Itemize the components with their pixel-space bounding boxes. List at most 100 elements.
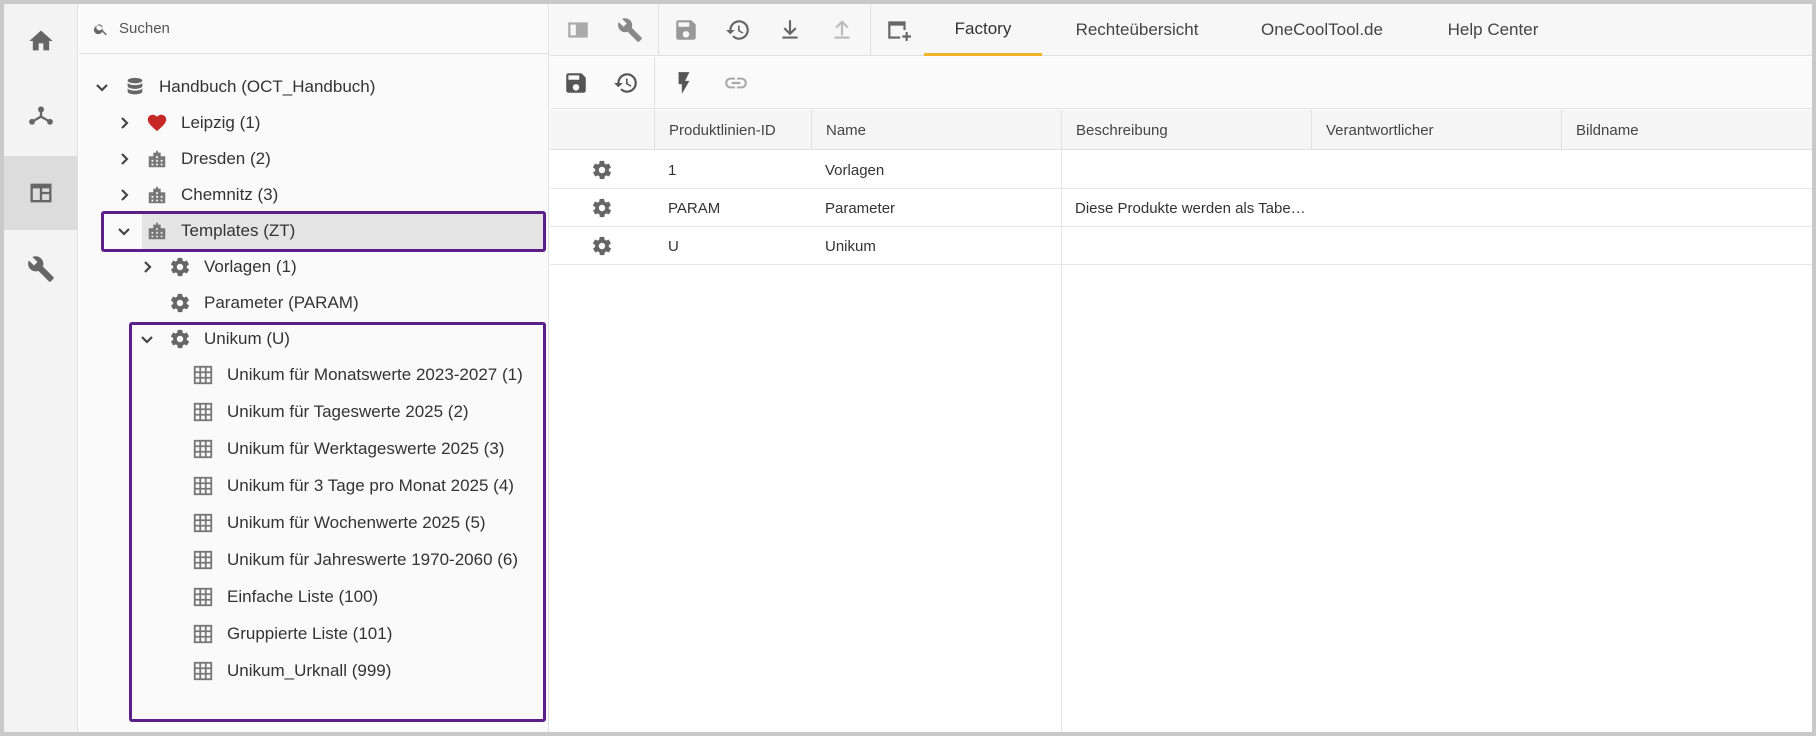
column-header[interactable]: Bildname <box>1561 110 1812 150</box>
tree-node-unikum-child[interactable]: Unikum für Tageswerte 2025 (2) <box>191 394 469 430</box>
table-icon <box>191 548 215 572</box>
chevron-down-icon[interactable] <box>136 328 158 350</box>
tree-node-label: Handbuch (OCT_Handbuch) <box>159 77 376 96</box>
factory-view-button[interactable] <box>4 156 78 230</box>
row-settings-button[interactable] <box>550 227 654 265</box>
toolbar-divider <box>654 57 655 109</box>
tree-node-label: Unikum für Tageswerte 2025 (2) <box>227 402 469 421</box>
tab-onecooltool[interactable]: OneCoolTool.de <box>1232 4 1412 56</box>
column-header-label: Name <box>826 121 867 139</box>
tree-node-label: Unikum für Jahreswerte 1970-2060 (6) <box>227 550 519 569</box>
column-header[interactable]: Verantwortlicher <box>1311 110 1561 150</box>
cell-beschreibung[interactable] <box>1061 227 1311 265</box>
link-button[interactable] <box>710 57 762 109</box>
tree-node-label: Unikum (U) <box>204 329 290 348</box>
restore-button[interactable] <box>600 57 652 109</box>
upload-button[interactable] <box>816 4 868 56</box>
save-button[interactable] <box>550 57 602 109</box>
chevron-right-icon[interactable] <box>113 148 135 170</box>
tree-node-root[interactable]: Handbuch (OCT_Handbuch) <box>91 69 375 105</box>
tree-node-unikum-child[interactable]: Gruppierte Liste (101) <box>191 616 392 652</box>
cell-name[interactable]: Unikum <box>811 227 1061 265</box>
building-icon <box>145 147 169 171</box>
tree-node-unikum-child[interactable]: Einfache Liste (100) <box>191 579 378 615</box>
tree-node-parameter[interactable]: Parameter (PARAM) <box>168 285 359 321</box>
tree-node-label: Gruppierte Liste (101) <box>227 624 393 643</box>
tab-factory[interactable]: Factory <box>924 4 1042 56</box>
tab-rechteuebersicht[interactable]: Rechteübersicht <box>1042 4 1232 56</box>
column-header[interactable]: Name <box>811 110 1061 150</box>
search-input[interactable] <box>119 20 499 37</box>
tree-node-label: Chemnitz (3) <box>181 185 279 204</box>
row-settings-button[interactable] <box>550 189 654 227</box>
column-header[interactable]: Produktlinien-ID <box>654 110 811 150</box>
tree-node-label: Unikum für 3 Tage pro Monat 2025 (4) <box>227 476 514 495</box>
add-window-button[interactable] <box>872 4 924 56</box>
toolbar-divider <box>870 4 871 56</box>
chevron-down-icon[interactable] <box>113 220 135 242</box>
table-icon <box>191 622 215 646</box>
cell-id[interactable]: 1 <box>654 151 811 189</box>
cell-id[interactable]: U <box>654 227 811 265</box>
tree-node-unikum-child[interactable]: Unikum für Jahreswerte 1970-2060 (6) <box>191 542 518 578</box>
table-row[interactable]: U Unikum <box>550 227 1812 265</box>
tree-node-label: Unikum_Urknall (999) <box>227 661 392 680</box>
cell-name[interactable]: Vorlagen <box>811 151 1061 189</box>
table-icon <box>191 585 215 609</box>
tree-node-label: Unikum für Monatswerte 2023-2027 (1) <box>227 365 523 384</box>
tree-node-label: Vorlagen (1) <box>204 257 297 276</box>
table-row[interactable]: PARAM Parameter Diese Produkte werden al… <box>550 189 1812 227</box>
tree-node-unikum-child[interactable]: Unikum für Wochenwerte 2025 (5) <box>191 505 486 541</box>
gear-icon <box>592 198 612 218</box>
tree-node-dresden[interactable]: Dresden (2) <box>113 141 271 177</box>
tree-node-vorlagen[interactable]: Vorlagen (1) <box>136 249 297 285</box>
search-bar <box>79 4 549 54</box>
chevron-right-icon[interactable] <box>113 112 135 134</box>
column-divider <box>1061 150 1062 732</box>
tree-node-templates[interactable]: Templates (ZT) <box>118 213 544 249</box>
cell-name[interactable]: Parameter <box>811 189 1061 227</box>
link-icon <box>725 77 747 89</box>
download-button[interactable] <box>764 4 816 56</box>
row-settings-button[interactable] <box>550 151 654 189</box>
hierarchy-button[interactable] <box>4 80 78 154</box>
download-icon <box>782 20 798 39</box>
tree-node-label: Unikum für Werktageswerte 2025 (3) <box>227 439 505 458</box>
cell-id[interactable]: PARAM <box>654 189 811 227</box>
cell-beschreibung[interactable] <box>1061 151 1311 189</box>
tab-label: Factory <box>954 18 1012 38</box>
panel-toggle-button[interactable] <box>552 4 604 56</box>
column-header-label: Beschreibung <box>1076 121 1168 139</box>
tree-node-leipzig[interactable]: Leipzig (1) <box>113 105 260 141</box>
tree-node-unikum-child[interactable]: Unikum für Werktageswerte 2025 (3) <box>191 431 504 467</box>
tree-node-unikum-child[interactable]: Unikum für 3 Tage pro Monat 2025 (4) <box>191 468 514 504</box>
column-header-label: Bildname <box>1576 121 1639 139</box>
chevron-right-icon[interactable] <box>136 256 158 278</box>
table-icon <box>191 437 215 461</box>
tree-node-chemnitz[interactable]: Chemnitz (3) <box>113 177 278 213</box>
tree-node-label: Dresden (2) <box>181 149 271 168</box>
settings-wrench-button[interactable] <box>604 4 656 56</box>
save-button[interactable] <box>660 4 712 56</box>
app-window: Handbuch (OCT_Handbuch) Leipzig (1) Dres… <box>0 0 1816 736</box>
table-icon <box>191 511 215 535</box>
chevron-down-icon[interactable] <box>91 76 113 98</box>
tools-button[interactable] <box>4 232 78 306</box>
table-icon <box>191 400 215 424</box>
tree-node-unikum[interactable]: Unikum (U) <box>136 321 290 357</box>
tab-help-center[interactable]: Help Center <box>1412 4 1574 56</box>
chevron-right-icon[interactable] <box>113 184 135 206</box>
column-header[interactable]: Beschreibung <box>1061 110 1311 150</box>
gear-icon <box>168 327 192 351</box>
cell-beschreibung[interactable]: Diese Produkte werden als Tabe… <box>1061 189 1311 227</box>
main-area: Factory Rechteübersicht OneCoolTool.de H… <box>550 4 1812 732</box>
action-button[interactable] <box>658 57 710 109</box>
tree-node-unikum-child[interactable]: Unikum für Monatswerte 2023-2027 (1) <box>191 357 523 393</box>
tree-node-unikum-child[interactable]: Unikum_Urknall (999) <box>191 653 391 689</box>
sidebar-panel-icon <box>568 22 588 38</box>
tab-label: Help Center <box>1447 20 1539 39</box>
column-header-label: Verantwortlicher <box>1326 121 1434 139</box>
restore-button[interactable] <box>712 4 764 56</box>
table-row[interactable]: 1 Vorlagen <box>550 151 1812 189</box>
home-button[interactable] <box>4 4 78 78</box>
